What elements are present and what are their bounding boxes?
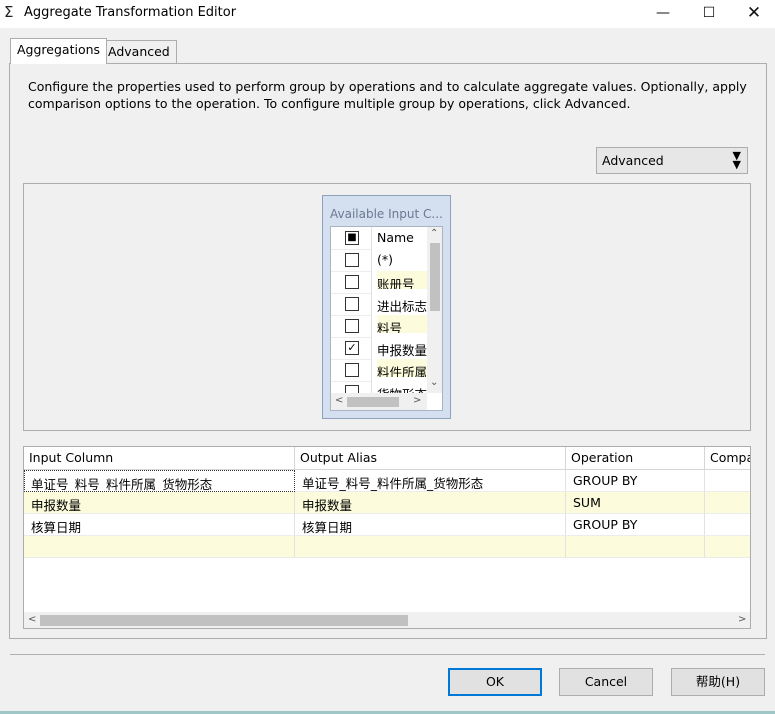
description-text: Configure the properties used to perform… [28,79,747,111]
tab-aggregations[interactable]: Aggregations [10,38,108,64]
header-output-alias[interactable]: Output Alias [295,447,566,470]
select-all-checkbox[interactable]: ■ [345,231,359,245]
aggregation-grid: Input Column Output Alias Operation Comp… [23,446,751,629]
double-chevron-down-icon: ▼ ▼ [732,149,741,171]
vertical-scroll-thumb[interactable] [430,243,440,311]
input-column-cell[interactable]: 单证号_料号_料件所属_货物形态 [24,470,295,492]
comparison-cell[interactable] [705,470,750,492]
tab-advanced[interactable]: Advanced [101,40,177,63]
column-label: 进出标志 [377,299,427,314]
advanced-toggle-label: Advanced [602,153,664,168]
horizontal-scroll-thumb[interactable] [347,397,399,407]
minimize-icon: — [656,5,670,21]
maximize-icon: ☐ [702,5,716,21]
column-label: (*) [377,252,394,267]
column-checkbox[interactable] [345,253,359,267]
ok-button[interactable]: OK [448,668,542,696]
select-all-row: ■ Name [331,227,427,250]
column-checkbox[interactable] [345,319,359,333]
scroll-right-icon[interactable]: > [738,614,746,625]
column-label: 申报数量 [377,343,427,358]
advanced-toggle-button[interactable]: Advanced ▼ ▼ [596,147,748,174]
operation-cell[interactable]: SUM [566,492,705,514]
input-column-cell[interactable] [24,536,295,558]
list-item: 货物形态 [331,381,427,393]
table-row[interactable]: 核算日期 核算日期 GROUP BY [24,514,750,536]
comparison-cell[interactable] [705,536,750,558]
list-item: 料件所属 [331,359,427,382]
comparison-cell[interactable] [705,514,750,536]
column-label: 货物形态 [377,384,427,393]
column-label: 账册号 [377,271,427,289]
window-title: Aggregate Transformation Editor [24,5,237,20]
column-checkbox-checked[interactable]: ✓ [345,341,359,355]
input-column-cell[interactable]: 核算日期 [24,514,295,536]
scroll-left-icon[interactable]: < [28,614,36,625]
scroll-left-icon[interactable]: < [335,395,343,406]
scroll-down-icon[interactable]: ⌄ [430,377,438,388]
scroll-right-icon[interactable]: > [413,395,421,406]
list-item: ✓ 申报数量 [331,337,427,360]
sigma-icon: Σ [4,3,14,21]
output-alias-cell[interactable]: 申报数量 [295,492,566,514]
header-operation[interactable]: Operation [566,447,705,470]
divider [10,654,765,655]
input-columns-title: Available Input C... [330,207,443,221]
list-item: (*) [331,249,427,272]
column-label: 料号 [377,315,427,333]
title-bar: Σ Aggregate Transformation Editor — ☐ ✕ [0,0,775,28]
header-comparison[interactable]: Compa [705,447,750,470]
name-column-header: Name [377,230,414,245]
scroll-up-icon[interactable]: ⌃ [430,228,438,239]
operation-cell[interactable] [566,536,705,558]
column-checkbox[interactable] [345,363,359,377]
column-checkbox[interactable] [345,385,359,393]
maximize-button[interactable]: ☐ [686,0,732,28]
output-alias-cell[interactable]: 单证号_料号_料件所属_货物形态 [295,470,566,492]
table-row[interactable]: 申报数量 申报数量 SUM [24,492,750,514]
table-row-new[interactable] [24,536,750,558]
minimize-button[interactable]: — [640,0,686,28]
list-item: 进出标志 [331,293,427,316]
cancel-button[interactable]: Cancel [559,668,653,696]
input-column-cell[interactable]: 申报数量 [24,492,295,514]
operation-cell[interactable]: GROUP BY [566,514,705,536]
close-button[interactable]: ✕ [731,0,775,28]
column-checkbox[interactable] [345,297,359,311]
list-item: 账册号 [331,271,427,294]
list-item: 料号 [331,315,427,338]
grid-scroll-thumb[interactable] [40,615,408,626]
operation-cell[interactable]: GROUP BY [566,470,705,492]
help-button[interactable]: 帮助(H) [671,668,765,696]
column-checkbox[interactable] [345,275,359,289]
output-alias-cell[interactable]: 核算日期 [295,514,566,536]
close-icon: ✕ [746,3,762,23]
column-label: 料件所属 [377,359,427,377]
input-columns-list: ■ Name (*) 账册号 进出标志 料号 ✓ 申报数量 料件所属 货物形态 … [330,226,443,411]
comparison-cell[interactable] [705,492,750,514]
table-row[interactable]: 单证号_料号_料件所属_货物形态 单证号_料号_料件所属_货物形态 GROUP … [24,470,750,492]
output-alias-cell[interactable] [295,536,566,558]
header-input-column[interactable]: Input Column [24,447,295,470]
